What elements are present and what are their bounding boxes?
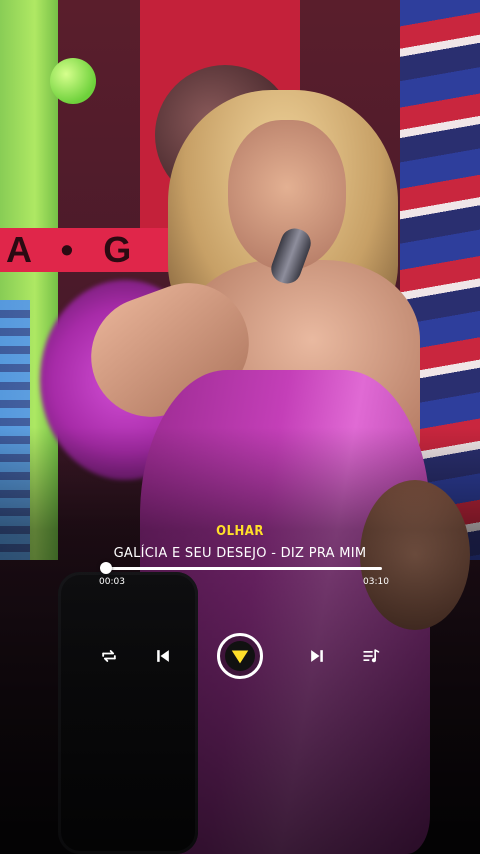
music-player-overlay: OLHAR GALÍCIA E SEU DESEJO - DIZ PRA MIM…: [0, 520, 480, 680]
lyric-line: OLHAR: [216, 524, 264, 539]
total-time: 03:10: [363, 577, 389, 587]
progress-track[interactable]: [102, 567, 382, 570]
playlist-icon: [363, 649, 380, 663]
play-pause-icon-wrap: [225, 641, 255, 671]
next-button[interactable]: [304, 643, 330, 669]
skip-next-icon: [311, 650, 323, 662]
song-title: GALÍCIA E SEU DESEJO - DIZ PRA MIM: [113, 546, 367, 561]
repeat-icon: [102, 650, 116, 662]
bottom-gradient: [0, 0, 480, 854]
skip-previous-icon: [157, 650, 169, 662]
play-pause-button[interactable]: [217, 633, 263, 679]
elapsed-time: 00:03: [99, 577, 125, 587]
repeat-button[interactable]: [96, 643, 122, 669]
previous-button[interactable]: [150, 643, 176, 669]
progress-knob[interactable]: [100, 562, 113, 574]
queue-button[interactable]: [358, 643, 384, 669]
playback-controls: [0, 630, 480, 682]
play-pause-icon: [231, 650, 249, 664]
